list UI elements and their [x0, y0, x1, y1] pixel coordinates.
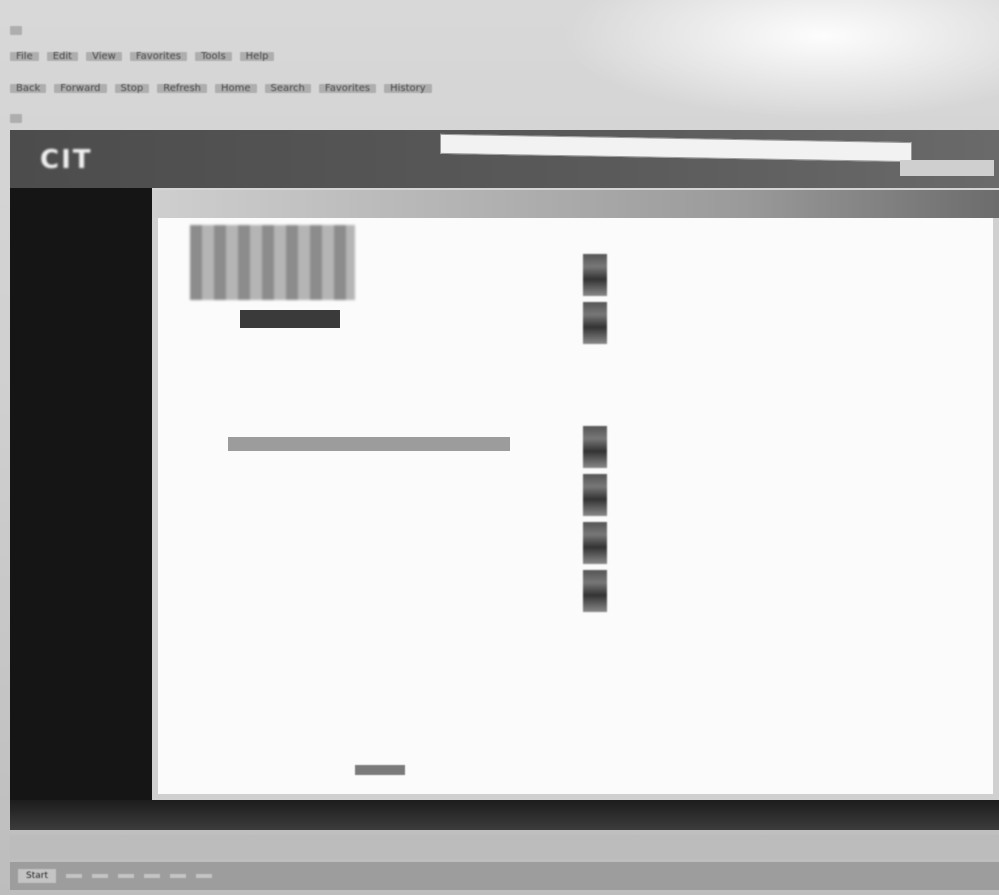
address-input[interactable]: [10, 113, 22, 123]
menu-file[interactable]: File: [10, 51, 39, 61]
news-item[interactable]: [583, 426, 973, 468]
sidebar-item[interactable]: [10, 528, 152, 548]
refresh-button[interactable]: Refresh: [157, 83, 207, 93]
taskbar-item[interactable]: [118, 874, 134, 878]
sidebar-item[interactable]: [10, 268, 152, 288]
taskbar-item[interactable]: [170, 874, 186, 878]
sidebar-item[interactable]: [10, 408, 152, 428]
sidebar-item[interactable]: [10, 468, 152, 488]
start-button[interactable]: Start: [18, 869, 56, 883]
content-header-bar: [152, 190, 999, 218]
search-button[interactable]: Search: [264, 83, 311, 93]
sidebar-item[interactable]: [10, 248, 152, 268]
taskbar-item[interactable]: [196, 874, 212, 878]
sidebar-item[interactable]: [10, 328, 152, 348]
news-item[interactable]: [583, 570, 973, 612]
thumbnail-image[interactable]: [583, 426, 607, 468]
sidebar-item[interactable]: [10, 508, 152, 528]
form-area: [175, 437, 510, 501]
forward-button[interactable]: Forward: [54, 83, 107, 93]
back-button[interactable]: Back: [10, 83, 47, 93]
sidebar-item[interactable]: [10, 488, 152, 508]
sidebar-item[interactable]: [10, 228, 152, 248]
taskbar-item[interactable]: [92, 874, 108, 878]
menu-tools[interactable]: Tools: [195, 51, 232, 61]
taskbar: Start: [10, 862, 999, 890]
favorites-button[interactable]: Favorites: [318, 83, 377, 93]
thumbnail-image[interactable]: [583, 474, 607, 516]
news-column: [583, 248, 973, 618]
thumbnail-image[interactable]: [583, 522, 607, 564]
sidebar-item[interactable]: [10, 388, 152, 408]
thumbnail-image[interactable]: [583, 570, 607, 612]
pager: [355, 765, 421, 775]
home-button[interactable]: Home: [215, 83, 257, 93]
news-item[interactable]: [583, 302, 973, 344]
menu-help[interactable]: Help: [239, 51, 275, 61]
sidebar-item[interactable]: [10, 448, 152, 468]
promo-button[interactable]: [240, 310, 340, 328]
footer-band: [10, 800, 999, 830]
sidebar-item[interactable]: [10, 368, 152, 388]
promo-image[interactable]: [190, 225, 355, 300]
text-input[interactable]: [228, 437, 510, 451]
menu-view[interactable]: View: [86, 51, 122, 61]
toolbar: Back Forward Stop Refresh Home Search Fa…: [10, 80, 999, 96]
news-item[interactable]: [583, 254, 973, 296]
news-item[interactable]: [583, 522, 973, 564]
header-search-box[interactable]: [900, 160, 994, 176]
sidebar-item[interactable]: [10, 428, 152, 448]
sidebar-item[interactable]: [10, 568, 152, 588]
menu-bar: File Edit View Favorites Tools Help: [10, 48, 999, 64]
address-row: [10, 110, 999, 126]
taskbar-item[interactable]: [66, 874, 82, 878]
news-item[interactable]: [583, 474, 973, 516]
window-title: [10, 25, 22, 35]
title-bar: [10, 22, 999, 38]
history-button[interactable]: History: [384, 83, 432, 93]
stop-button[interactable]: Stop: [114, 83, 150, 93]
thumbnail-image[interactable]: [583, 302, 607, 344]
sidebar-item[interactable]: [10, 588, 152, 608]
site-logo[interactable]: CIT: [40, 145, 93, 175]
thumbnail-image[interactable]: [583, 254, 607, 296]
status-bar: [10, 835, 999, 859]
form-row: [175, 437, 510, 451]
screen: File Edit View Favorites Tools Help Back…: [0, 0, 999, 895]
pager-bar[interactable]: [355, 765, 405, 775]
menu-favorites[interactable]: Favorites: [129, 51, 188, 61]
sidebar-item[interactable]: [10, 308, 152, 328]
sidebar-item[interactable]: [10, 348, 152, 368]
sidebar-nav: [10, 188, 152, 828]
taskbar-item[interactable]: [144, 874, 160, 878]
sidebar-item[interactable]: [10, 288, 152, 308]
sidebar-item[interactable]: [10, 548, 152, 568]
menu-edit[interactable]: Edit: [46, 51, 79, 61]
